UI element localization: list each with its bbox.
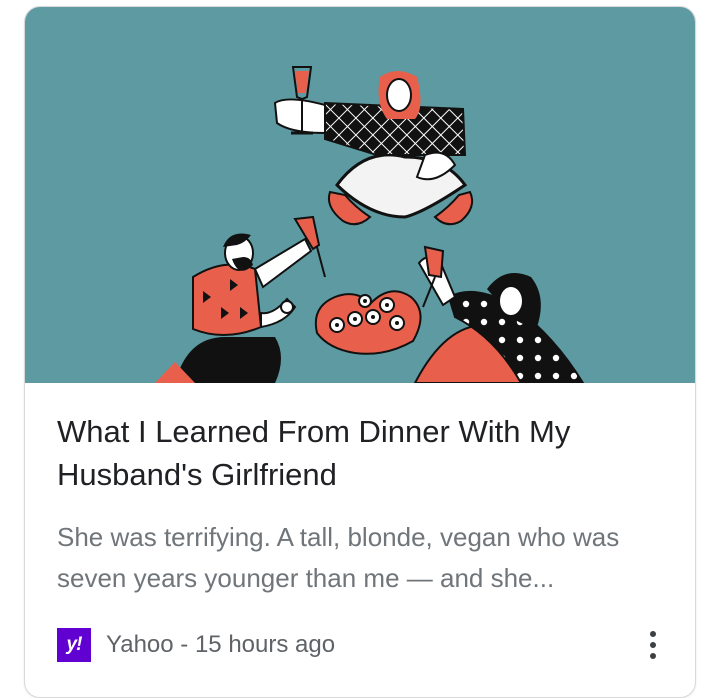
yahoo-logo-icon: y! (57, 628, 91, 662)
woman-right-figure (413, 245, 585, 383)
source-separator: - (173, 631, 195, 658)
more-dot (650, 642, 656, 648)
chocolate-box (314, 290, 422, 355)
woman-top-figure (273, 66, 474, 226)
more-dot (650, 653, 656, 659)
source-name: Yahoo (106, 631, 174, 658)
dinner-illustration (155, 66, 585, 383)
news-card[interactable]: What I Learned From Dinner With My Husba… (24, 6, 696, 698)
source-meta: Yahoo - 15 hours ago (106, 631, 335, 659)
hero-image[interactable] (25, 7, 695, 383)
article-snippet: She was terrifying. A tall, blonde, vega… (57, 522, 620, 593)
man-left-figure (155, 215, 326, 383)
source-row: y! Yahoo - 15 hours ago (57, 623, 667, 667)
headline[interactable]: What I Learned From Dinner With My Husba… (57, 410, 657, 496)
more-dot (650, 631, 656, 637)
more-vert-icon[interactable] (639, 627, 667, 663)
publish-time: 15 hours ago (194, 631, 336, 658)
